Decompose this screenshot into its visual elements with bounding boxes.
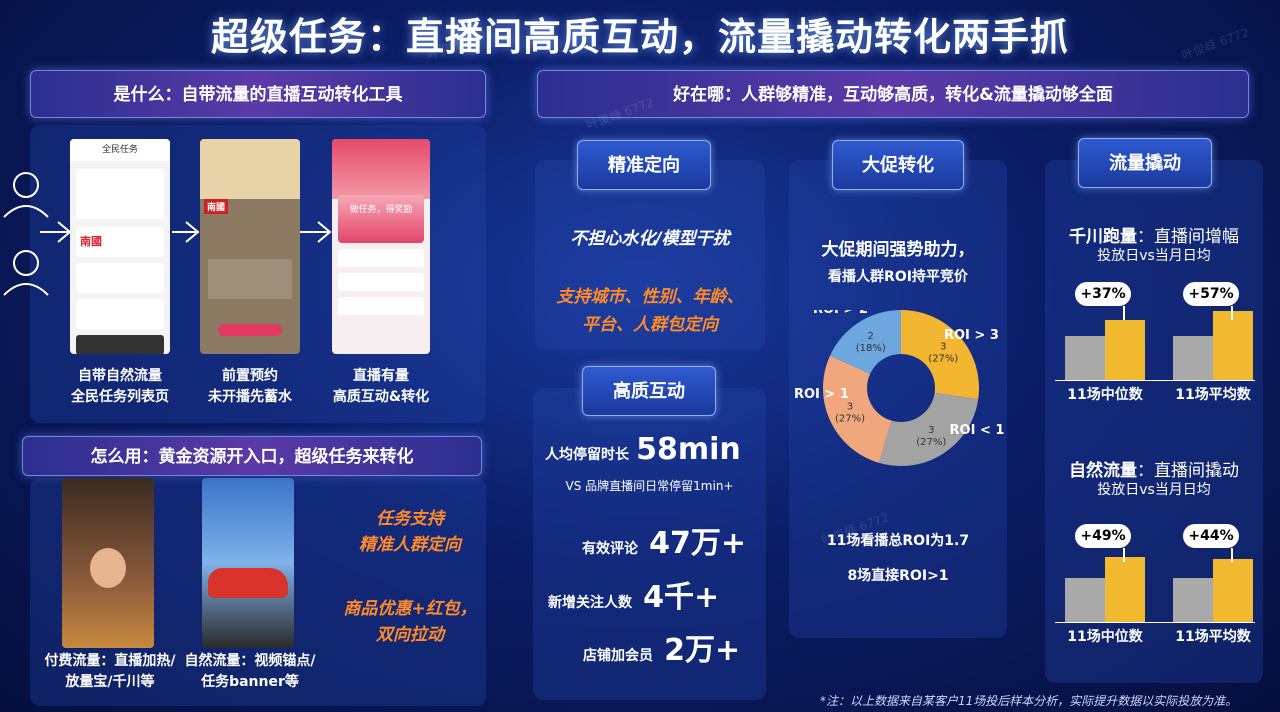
increase-bar (1213, 311, 1253, 380)
coupon-redpacket-text: 商品优惠+红包， 双向拉动 (343, 599, 477, 645)
targeting-line2b: 平台、人群包定向 (582, 315, 718, 335)
increase-label: +44% (1183, 524, 1239, 548)
increase-bar (1105, 320, 1145, 380)
arrow-right-icon (40, 221, 72, 243)
promo-summary2: 8场直接ROI>1 (847, 568, 949, 584)
phone-header: 全民任务 (70, 139, 170, 161)
what-header: 是什么：自带流量的直播互动转化工具 (30, 70, 486, 118)
bar-category-label: 11场中位数 (1067, 629, 1143, 645)
page-title: 超级任务：直播间高质互动，流量撬动转化两手抓 (210, 15, 1069, 59)
phone-banner: 做任务，得奖励 (338, 195, 424, 243)
qianchuan-title: 千川跑量：直播间增幅 (1069, 227, 1239, 247)
caption-live: 直播有量 高质互动&转化 (332, 368, 430, 405)
stay-compare: VS 品牌直播间日常停留1min+ (565, 479, 734, 493)
phone-task-list: 全民任务 南國 (70, 139, 170, 354)
slice-percent-label: (18%) (856, 343, 886, 354)
increase-label: +57% (1183, 282, 1239, 306)
slice-percent-label: (27%) (928, 353, 958, 364)
qianchuan-subtitle: 投放日vs当月日均 (1097, 248, 1211, 264)
slice-category-label: ROI > 2 (813, 310, 868, 317)
promo-line2: 看播人群ROI持平竞价 (828, 269, 968, 285)
slice-percent-label: (27%) (916, 437, 946, 448)
member-stat: 店铺加会员 2万+ (583, 633, 741, 668)
baseline-bar (1173, 578, 1213, 622)
increase-bar (1213, 559, 1253, 622)
interaction-pill: 高质互动 (582, 366, 716, 416)
bar-category-label: 11场平均数 (1175, 387, 1251, 403)
natural-bar-chart: +49% 11场中位数 +44% 11场平均数 (1055, 522, 1255, 645)
slice-category-label: ROI > 1 (794, 387, 849, 402)
video-anchor-screenshot (202, 478, 294, 648)
baseline-bar (1065, 578, 1105, 622)
bar-category-label: 11场平均数 (1175, 629, 1251, 645)
how-header: 怎么用：黄金资源开入口，超级任务来转化 (22, 436, 482, 476)
brand-logo: 南國 (204, 199, 229, 214)
arrow-down-icon (1231, 306, 1233, 320)
slice-percent-label: (27%) (835, 413, 865, 424)
promo-line1: 大促期间强势助力， (821, 240, 975, 260)
how-panel: 付费流量：直播加热/放量宝/千川等 自然流量：视频锚点/任务banner等 任务… (30, 478, 486, 706)
natural-subtitle: 投放日vs当月日均 (1097, 482, 1211, 498)
slice-category-label: ROI < 1 (950, 423, 1005, 438)
traffic-pill: 流量撬动 (1078, 138, 1212, 188)
targeting-line1: 不担心水化/模型干扰 (570, 229, 730, 249)
slice-value-label: 3 (928, 425, 934, 436)
phone-preview: 南國 (200, 139, 300, 354)
promo-pill: 大促转化 (832, 140, 964, 190)
natural-traffic-caption: 自然流量：视频锚点/任务banner等 (184, 653, 316, 690)
live-stream-screenshot (62, 478, 154, 648)
arrow-down-icon (1231, 548, 1233, 562)
donut-slice (823, 355, 892, 463)
roi-donut-chart: 3(27%)3(27%)3(27%)2(18%)ROI > 3ROI < 1RO… (794, 310, 1005, 466)
arrow-right-icon (300, 221, 332, 243)
increase-label: +37% (1075, 282, 1131, 306)
arrow-right-icon (172, 221, 200, 243)
x-axis-line (1055, 622, 1255, 623)
natural-title: 自然流量：直播间撬动 (1069, 461, 1239, 481)
qianchuan-bar-chart: +37% 11场中位数 +57% 11场平均数 (1055, 280, 1255, 403)
what-panel: 全民任务 南國 南國 做任务，得奖励 自带自然流量 全民任务列表页 前置预约 未开播… (3, 125, 486, 423)
targeting-support-text: 任务支持 精准人群定向 (359, 509, 461, 555)
bar-category-label: 11场中位数 (1067, 387, 1143, 403)
baseline-bar (1173, 336, 1213, 380)
caption-natural-traffic: 自带自然流量 全民任务列表页 (71, 368, 169, 405)
follow-stat: 新增关注人数 4千+ (548, 580, 720, 615)
slice-value-label: 2 (868, 331, 874, 342)
x-axis-line (1055, 380, 1255, 381)
stay-stat: 人均停留时长 58min (545, 432, 741, 467)
caption-preorder: 前置预约 未开播先蓄水 (208, 368, 292, 405)
targeting-line2a: 支持城市、性别、年龄、 (556, 287, 744, 307)
footnote: *注：以上数据来自某客户11场投后样本分析，实际提升数据以实际投放为准。 (820, 694, 1238, 708)
targeting-pill: 精准定向 (577, 140, 711, 190)
arrow-down-icon (1123, 548, 1125, 562)
slice-value-label: 3 (847, 401, 853, 412)
slice-category-label: ROI > 3 (944, 328, 999, 343)
brand-logo: 南國 (76, 227, 164, 257)
increase-label: +49% (1075, 524, 1131, 548)
phone-live: 做任务，得奖励 (332, 139, 430, 354)
baseline-bar (1065, 336, 1105, 380)
comments-stat: 有效评论 47万+ (582, 526, 746, 561)
arrow-down-icon (1123, 306, 1125, 320)
increase-bar (1105, 556, 1145, 622)
